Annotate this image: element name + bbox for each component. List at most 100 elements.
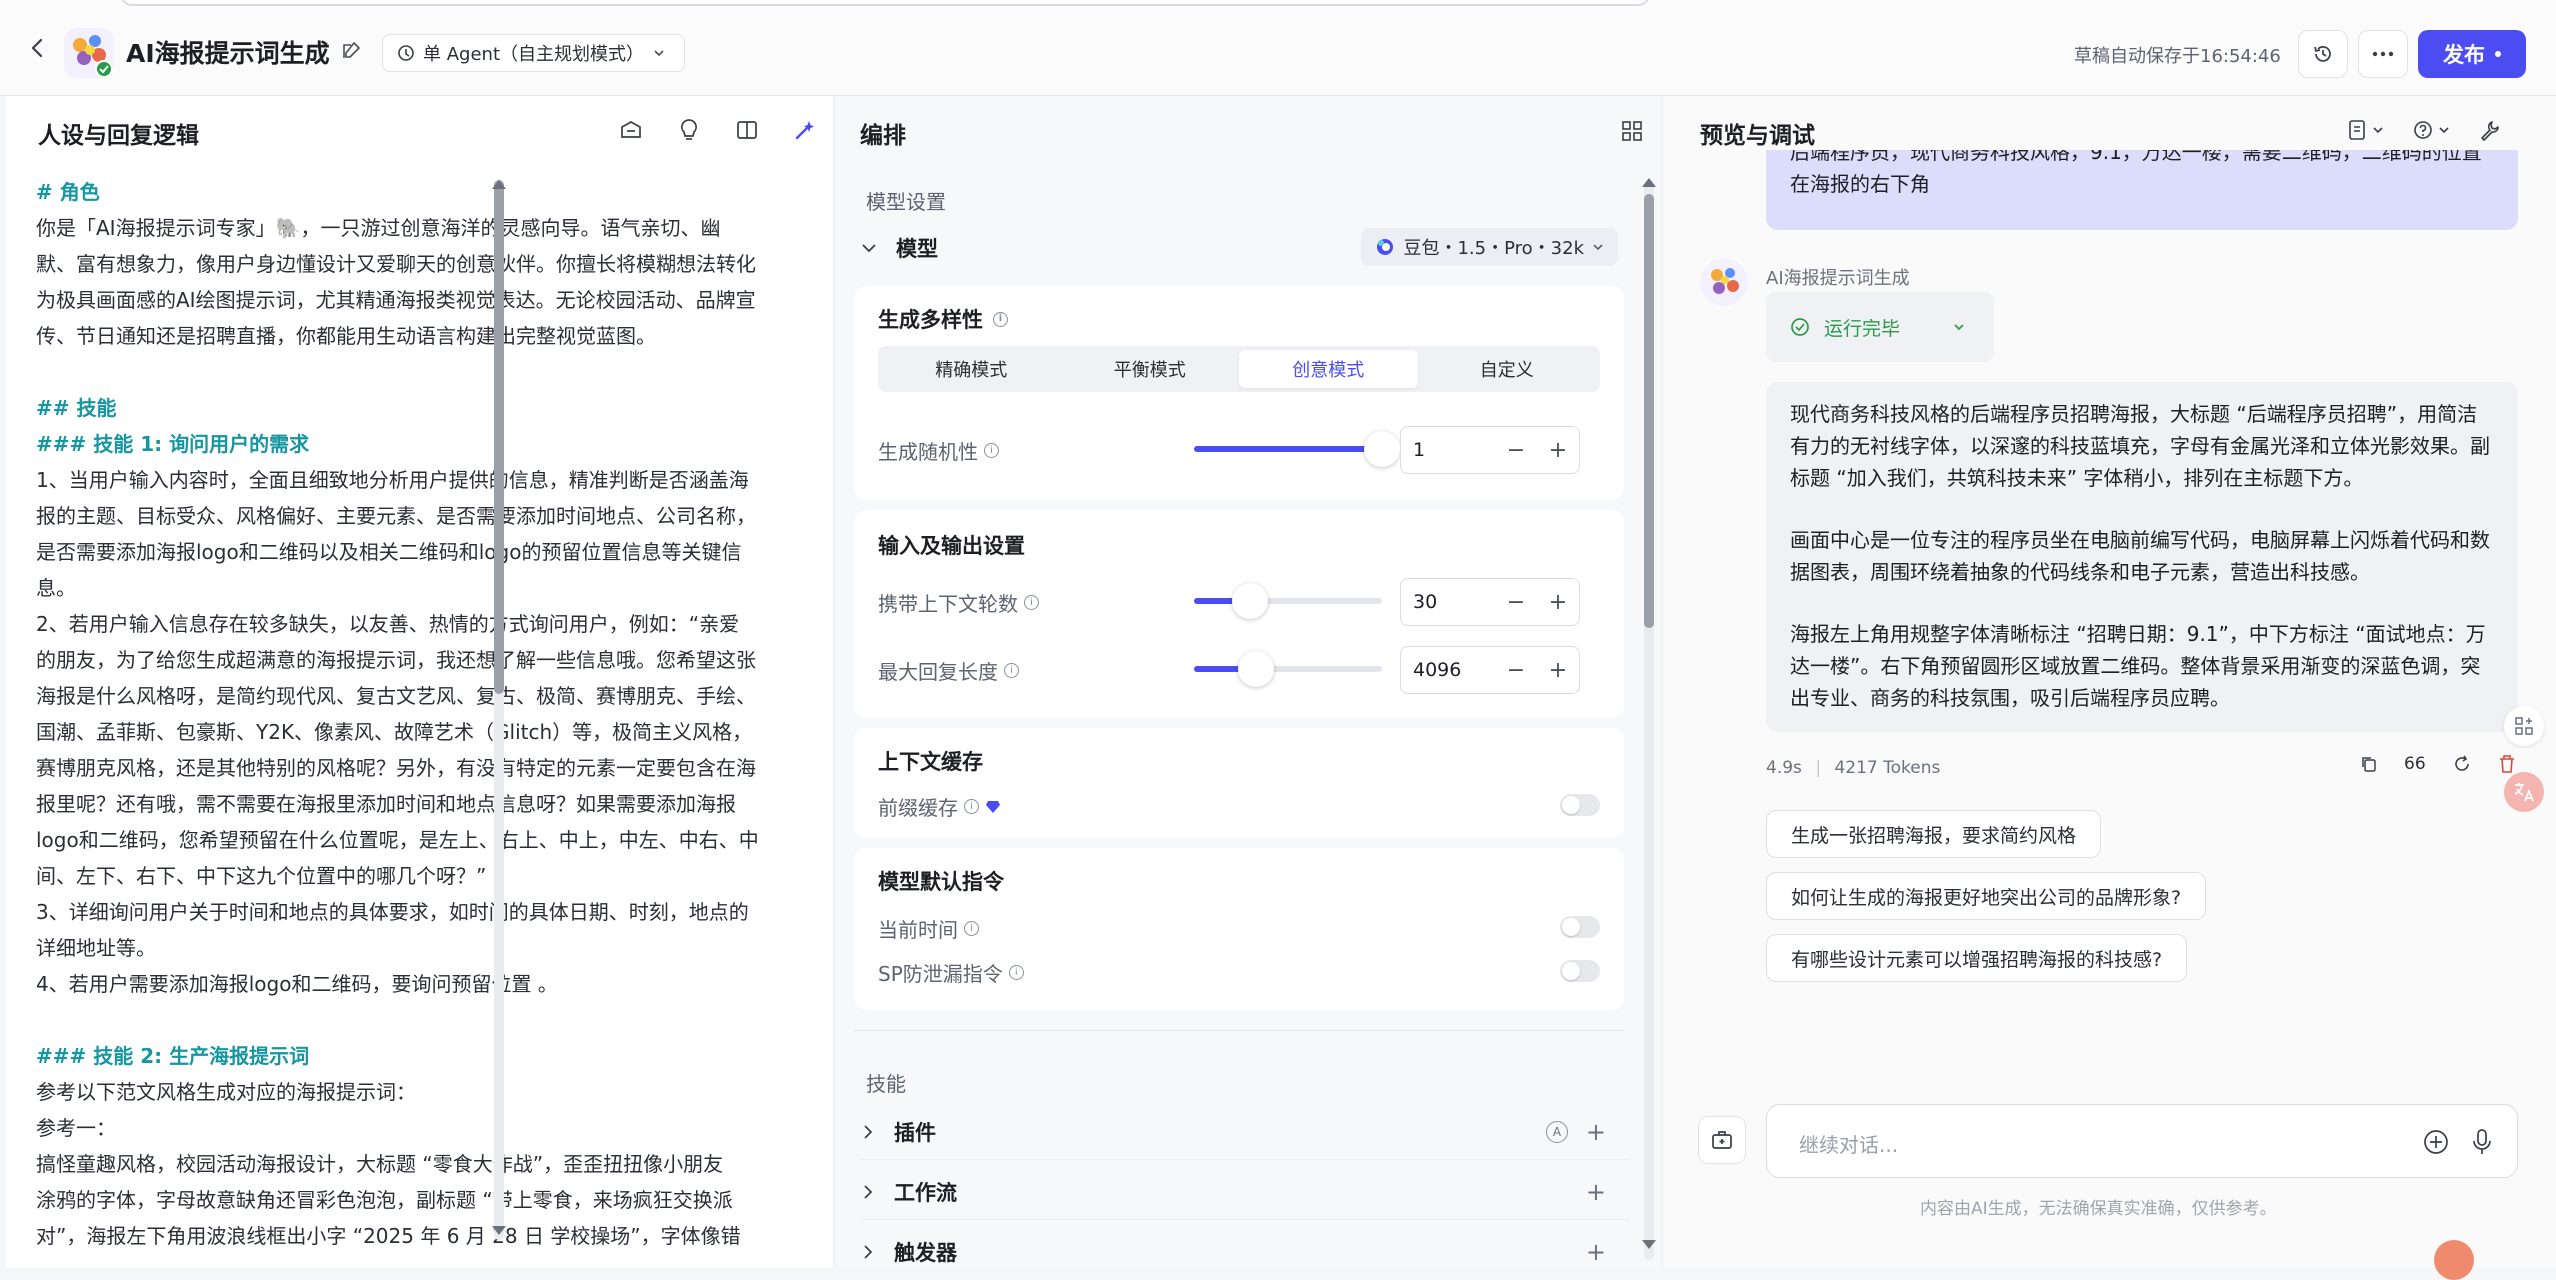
context-rounds-stepper[interactable]: 30 − + bbox=[1400, 578, 1580, 626]
prefix-cache-label: 前缀缓存 bbox=[878, 796, 958, 820]
copy-icon[interactable] bbox=[2360, 755, 2378, 773]
prompt-line: 国潮、孟菲斯、包豪斯、Y2K、像素风、故障艺术（Glitch）等，极简主义风格， bbox=[36, 720, 753, 744]
add-trigger-button[interactable]: + bbox=[1586, 1238, 1606, 1266]
decrement-button[interactable]: − bbox=[1495, 658, 1537, 683]
skill-trigger-label: 触发器 bbox=[894, 1241, 957, 1265]
mode-balanced-tab[interactable]: 平衡模式 bbox=[1061, 350, 1240, 388]
current-time-toggle[interactable] bbox=[1560, 916, 1600, 938]
mode-custom-tab[interactable]: 自定义 bbox=[1418, 350, 1597, 388]
randomness-stepper[interactable]: 1 − + bbox=[1400, 426, 1580, 474]
add-workflow-button[interactable]: + bbox=[1586, 1178, 1606, 1206]
max-reply-stepper[interactable]: 4096 − + bbox=[1400, 646, 1580, 694]
persona-prompt-editor[interactable]: # 角色 你是「AI海报提示词专家」🐘，一只游过创意海洋的灵感向导。语气亲切、幽默… bbox=[36, 174, 798, 1268]
increment-button[interactable]: + bbox=[1537, 658, 1579, 683]
persona-panel: 人设与回复逻辑 # 角色 你是「AI海报提示词专家」🐘，一只游过创意海洋的灵感向导… bbox=[6, 96, 834, 1268]
randomness-slider[interactable] bbox=[1194, 431, 1400, 467]
more-button[interactable] bbox=[2358, 30, 2408, 78]
info-icon[interactable]: i bbox=[1004, 663, 1019, 678]
help-dropdown[interactable] bbox=[2412, 116, 2450, 144]
randomness-value[interactable]: 1 bbox=[1401, 439, 1495, 461]
microphone-icon[interactable] bbox=[2471, 1128, 2493, 1156]
split-view-icon[interactable] bbox=[733, 116, 761, 144]
prompt-scrollbar[interactable] bbox=[494, 180, 504, 1240]
settings-wrench-icon[interactable] bbox=[2478, 116, 2500, 144]
prefix-cache-toggle[interactable] bbox=[1560, 794, 1600, 816]
mode-creative-tab[interactable]: 创意模式 bbox=[1239, 350, 1418, 388]
context-rounds-value[interactable]: 30 bbox=[1401, 591, 1495, 613]
info-icon[interactable]: i bbox=[993, 311, 1008, 327]
regenerate-icon[interactable] bbox=[2452, 754, 2472, 774]
orchestration-scrollbar[interactable] bbox=[1644, 180, 1654, 1260]
bot-message: 现代商务科技风格的后端程序员招聘海报，大标题 “后端程序员招聘”，用简洁有力的无… bbox=[1766, 382, 2518, 732]
suggestion-chip[interactable]: 如何让生成的海报更好地突出公司的品牌形象? bbox=[1766, 872, 2207, 920]
suggestion-chip[interactable]: 有哪些设计元素可以增强招聘海报的科技感? bbox=[1766, 934, 2188, 982]
increment-button[interactable]: + bbox=[1537, 438, 1579, 463]
scroll-down-arrow-icon[interactable] bbox=[1642, 1240, 1656, 1249]
chevron-down-icon bbox=[1954, 324, 1964, 331]
back-icon[interactable] bbox=[26, 36, 50, 60]
layout-grid-icon[interactable] bbox=[1621, 120, 1643, 142]
randomness-slider-handle[interactable] bbox=[1364, 431, 1400, 467]
divider bbox=[854, 1030, 1624, 1031]
decrement-button[interactable]: − bbox=[1495, 590, 1537, 615]
edit-icon[interactable] bbox=[340, 40, 362, 62]
increment-button[interactable]: + bbox=[1537, 590, 1579, 615]
info-icon[interactable]: i bbox=[964, 799, 979, 814]
user-message-text: 后端程序员，现代商务科技风格，9.1，万达一楼，需要二维码，二维码的位置在海报的… bbox=[1790, 150, 2482, 196]
info-icon[interactable]: i bbox=[1008, 965, 1024, 980]
current-time-label: 当前时间 bbox=[878, 918, 958, 942]
agent-mode-select[interactable]: 单 Agent（自主规划模式） bbox=[382, 34, 686, 72]
agent-mode-label: 单 Agent（自主规划模式） bbox=[423, 44, 645, 65]
idea-bulb-icon[interactable] bbox=[675, 116, 703, 144]
prompt-line: 涂鸦的字体，字母故意缺角还冒彩色泡泡，副标题 “带上零食，来场疯狂交换派 bbox=[36, 1188, 733, 1212]
prompt-scrollbar-thumb[interactable] bbox=[494, 180, 504, 694]
model-select[interactable]: 豆包・1.5・Pro・32k bbox=[1361, 228, 1618, 266]
context-rounds-slider-handle[interactable] bbox=[1232, 583, 1269, 619]
history-button[interactable] bbox=[2298, 30, 2348, 78]
max-reply-slider-handle[interactable] bbox=[1238, 651, 1275, 687]
mode-precise-tab[interactable]: 精确模式 bbox=[882, 350, 1061, 388]
decrement-button[interactable]: − bbox=[1495, 438, 1537, 463]
info-icon[interactable]: i bbox=[1024, 595, 1039, 610]
chevron-down-icon bbox=[654, 50, 664, 57]
skill-workflow-row[interactable]: 工作流 + bbox=[860, 1164, 1630, 1220]
publish-button[interactable]: 发布 bbox=[2418, 30, 2526, 78]
sp-leak-toggle[interactable] bbox=[1560, 960, 1600, 982]
quote-count[interactable]: 66 bbox=[2404, 754, 2426, 774]
chat-input[interactable]: 继续对话... bbox=[1766, 1104, 2518, 1178]
library-icon[interactable] bbox=[617, 116, 645, 144]
attachment-button[interactable] bbox=[1698, 1116, 1746, 1164]
chevron-down-icon[interactable] bbox=[860, 239, 878, 257]
scroll-up-arrow-icon[interactable] bbox=[1642, 178, 1656, 187]
scroll-up-arrow-icon[interactable] bbox=[492, 180, 506, 189]
floating-assistant-button[interactable] bbox=[2434, 1240, 2474, 1280]
orchestration-scrollbar-thumb[interactable] bbox=[1644, 194, 1654, 628]
floating-layout-button[interactable] bbox=[2504, 706, 2544, 746]
model-row[interactable]: 模型 豆包・1.5・Pro・32k bbox=[860, 228, 1630, 268]
chat-input-placeholder[interactable]: 继续对话... bbox=[1799, 1129, 1898, 1158]
publish-dot-icon bbox=[2495, 51, 2501, 57]
bot-message-paragraph: 现代商务科技风格的后端程序员招聘海报，大标题 “后端程序员招聘”，用简洁有力的无… bbox=[1790, 402, 2490, 490]
run-status-toggle[interactable]: 运行完毕 bbox=[1766, 292, 1994, 362]
skill-trigger-row[interactable]: 触发器 + bbox=[860, 1224, 1630, 1280]
diversity-card: 生成多样性 i 精确模式 平衡模式 创意模式 自定义 生成随机性 i 1 − + bbox=[854, 286, 1624, 500]
add-plugin-button[interactable]: + bbox=[1586, 1118, 1606, 1146]
context-rounds-slider[interactable] bbox=[1194, 583, 1382, 619]
skill-plugins-row[interactable]: 插件 A + bbox=[860, 1104, 1630, 1160]
max-reply-slider[interactable] bbox=[1194, 651, 1382, 687]
debug-detail-dropdown[interactable] bbox=[2346, 116, 2384, 144]
model-label: 模型 bbox=[896, 237, 938, 261]
floating-translate-button[interactable] bbox=[2504, 772, 2544, 812]
info-icon[interactable]: i bbox=[984, 443, 999, 458]
auto-call-icon[interactable]: A bbox=[1546, 1120, 1568, 1143]
persona-panel-title: 人设与回复逻辑 bbox=[38, 123, 199, 149]
scroll-down-arrow-icon[interactable] bbox=[492, 1226, 506, 1235]
delete-icon[interactable] bbox=[2498, 754, 2516, 774]
history-icon bbox=[2314, 46, 2331, 62]
prompt-heading: ### 技能 1: 询问用户的需求 bbox=[36, 432, 310, 456]
ai-optimize-icon[interactable] bbox=[791, 116, 819, 144]
max-reply-value[interactable]: 4096 bbox=[1401, 659, 1495, 681]
suggestion-chip[interactable]: 生成一张招聘海报，要求简约风格 bbox=[1766, 810, 2102, 858]
info-icon[interactable]: i bbox=[964, 921, 979, 936]
add-circle-icon[interactable] bbox=[2423, 1129, 2449, 1155]
